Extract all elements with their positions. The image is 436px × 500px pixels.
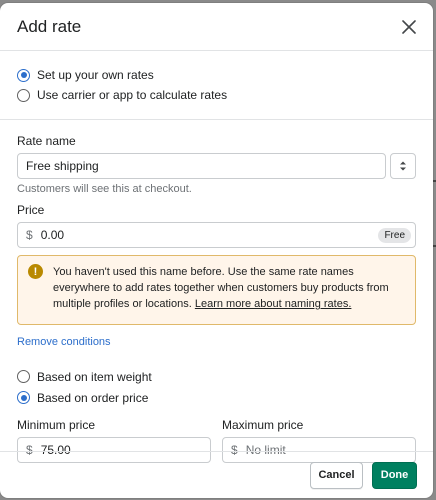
close-button[interactable] (397, 15, 421, 39)
price-label: Price (17, 203, 45, 217)
rate-name-help: Customers will see this at checkout. (17, 183, 192, 195)
radio-label: Based on order price (37, 390, 149, 405)
modal-footer: Cancel Done (0, 451, 433, 498)
warning-icon: ! (28, 264, 43, 279)
remove-conditions-link[interactable]: Remove conditions (17, 336, 111, 348)
rate-details-section: Rate name Free shipping Customers will s… (0, 120, 433, 463)
radio-button-selected[interactable] (17, 391, 30, 404)
add-rate-modal: Add rate Set up your own rates Use carri… (0, 3, 433, 498)
price-input[interactable]: $ 0.00 Free (17, 222, 416, 248)
rate-name-selector-button[interactable] (390, 153, 416, 179)
max-price-label: Maximum price (222, 418, 304, 432)
free-badge: Free (378, 227, 411, 243)
radio-order-price[interactable]: Based on order price (17, 387, 416, 408)
radio-label: Use carrier or app to calculate rates (37, 88, 228, 102)
rate-name-row: Free shipping (17, 153, 416, 179)
radio-item-weight[interactable]: Based on item weight (17, 366, 416, 387)
radio-label: Set up your own rates (37, 68, 154, 82)
warning-banner: ! You haven't used this name before. Use… (17, 255, 416, 325)
radio-button-selected[interactable] (17, 68, 30, 82)
modal-header: Add rate (0, 3, 433, 51)
min-price-label: Minimum price (17, 418, 96, 432)
rate-name-label: Rate name (17, 134, 76, 148)
cancel-button[interactable]: Cancel (310, 461, 363, 489)
radio-own-rates[interactable]: Set up your own rates (17, 65, 416, 85)
radio-label: Based on item weight (37, 369, 152, 384)
modal-title: Add rate (17, 16, 82, 36)
done-button[interactable]: Done (372, 461, 417, 489)
condition-radios: Based on item weight Based on order pric… (17, 366, 416, 408)
naming-rates-link[interactable]: Learn more about naming rates. (195, 298, 352, 310)
radio-button[interactable] (17, 370, 30, 383)
banner-content: You haven't used this name before. Use t… (53, 264, 403, 312)
rate-name-input[interactable]: Free shipping (17, 153, 386, 179)
radio-button[interactable] (17, 88, 30, 102)
price-value: 0.00 (40, 228, 65, 242)
currency-prefix: $ (26, 228, 33, 242)
radio-carrier-rates[interactable]: Use carrier or app to calculate rates (17, 85, 416, 105)
rate-type-section: Set up your own rates Use carrier or app… (0, 51, 433, 120)
close-icon (402, 19, 416, 34)
up-down-chevron-icon (400, 161, 406, 171)
